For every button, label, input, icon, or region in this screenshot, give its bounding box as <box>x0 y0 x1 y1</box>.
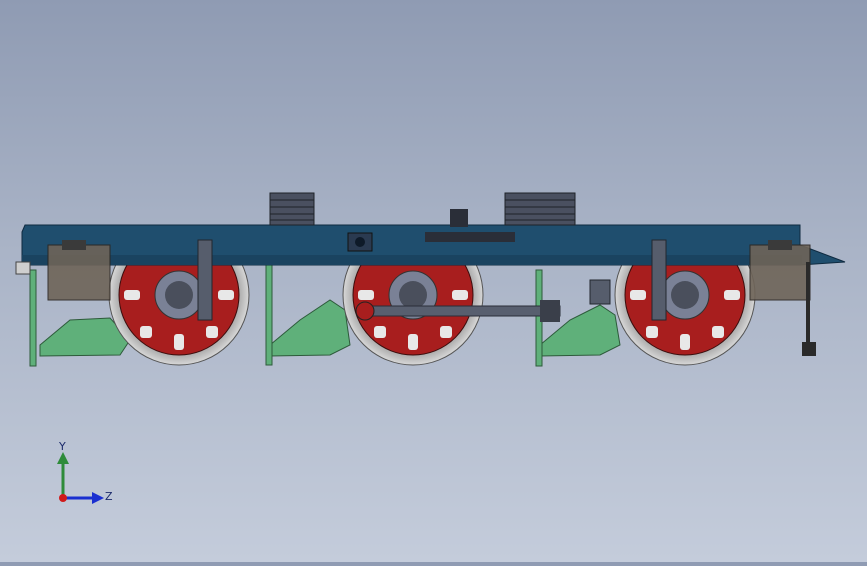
origin-icon <box>59 494 67 502</box>
spring-pack-left <box>269 192 315 226</box>
y-axis-label: Y <box>58 440 66 453</box>
bogie-frame <box>21 224 846 266</box>
coordinate-triad: Y Z <box>50 440 120 510</box>
suspension-bracket-middle <box>265 264 351 366</box>
spring-pack-right <box>504 192 576 226</box>
bogie-model[interactable] <box>0 0 867 562</box>
y-arrow-head-icon <box>57 452 69 464</box>
z-arrow-head-icon <box>92 492 104 504</box>
z-axis-label: Z <box>105 490 113 503</box>
axlebox-right <box>749 240 816 356</box>
cad-viewport[interactable] <box>0 0 867 562</box>
